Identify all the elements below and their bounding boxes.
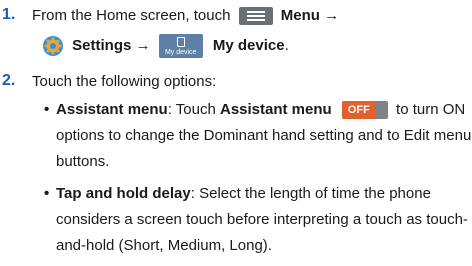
bullet-2-line-2: considers a screen touch before interpre… [56,211,468,228]
step-text: From the Home screen, touch [32,7,231,24]
manual-page: 1. From the Home screen, touch Menu → Se… [0,0,472,266]
bullet-2-line-1: Tap and hold delay: Select the length of… [56,184,431,204]
settings-gear-icon [43,36,63,56]
step-1-line-1: From the Home screen, touch Menu → [32,6,339,26]
line-suffix: to turn ON [396,101,466,118]
bullet-1-line-3: buttons. [56,153,110,170]
bullet-1-line-2: options to change the Dominant hand sett… [56,127,472,144]
colon: : [167,101,172,118]
step-1-line-2: Settings → My device My device. [42,34,289,58]
settings-label: Settings [72,36,132,54]
step-2-text: Touch the following options: [32,73,217,90]
option-term: Assistant menu [56,101,168,118]
step-number: 1. [2,6,16,23]
bullet-marker: • [44,101,50,118]
arrow-icon: → [135,36,151,54]
bullet-1-line-1: Assistant menu: Touch Assistant menu OFF… [56,100,465,120]
step-number: 2. [2,72,16,89]
touch-word: Touch [175,101,216,118]
bullet-2-line-3: and-hold (Short, Medium, Long). [56,237,272,254]
line-suffix: Select the length of time the phone [199,185,431,202]
my-device-icon: My device [158,34,203,58]
off-toggle-icon: OFF [341,101,388,120]
sentence-period: . [284,36,289,54]
menu-label: Menu [280,7,320,24]
my-device-icon-caption: My device [164,49,197,56]
my-device-label: My device [212,36,285,54]
option-term-2: Assistant menu [219,101,332,118]
arrow-icon: → [324,7,340,24]
bullet-marker: • [44,185,50,202]
colon: : [190,185,195,202]
option-term: Tap and hold delay [56,185,191,202]
menu-icon [238,7,273,26]
toggle-label: OFF [341,101,376,120]
